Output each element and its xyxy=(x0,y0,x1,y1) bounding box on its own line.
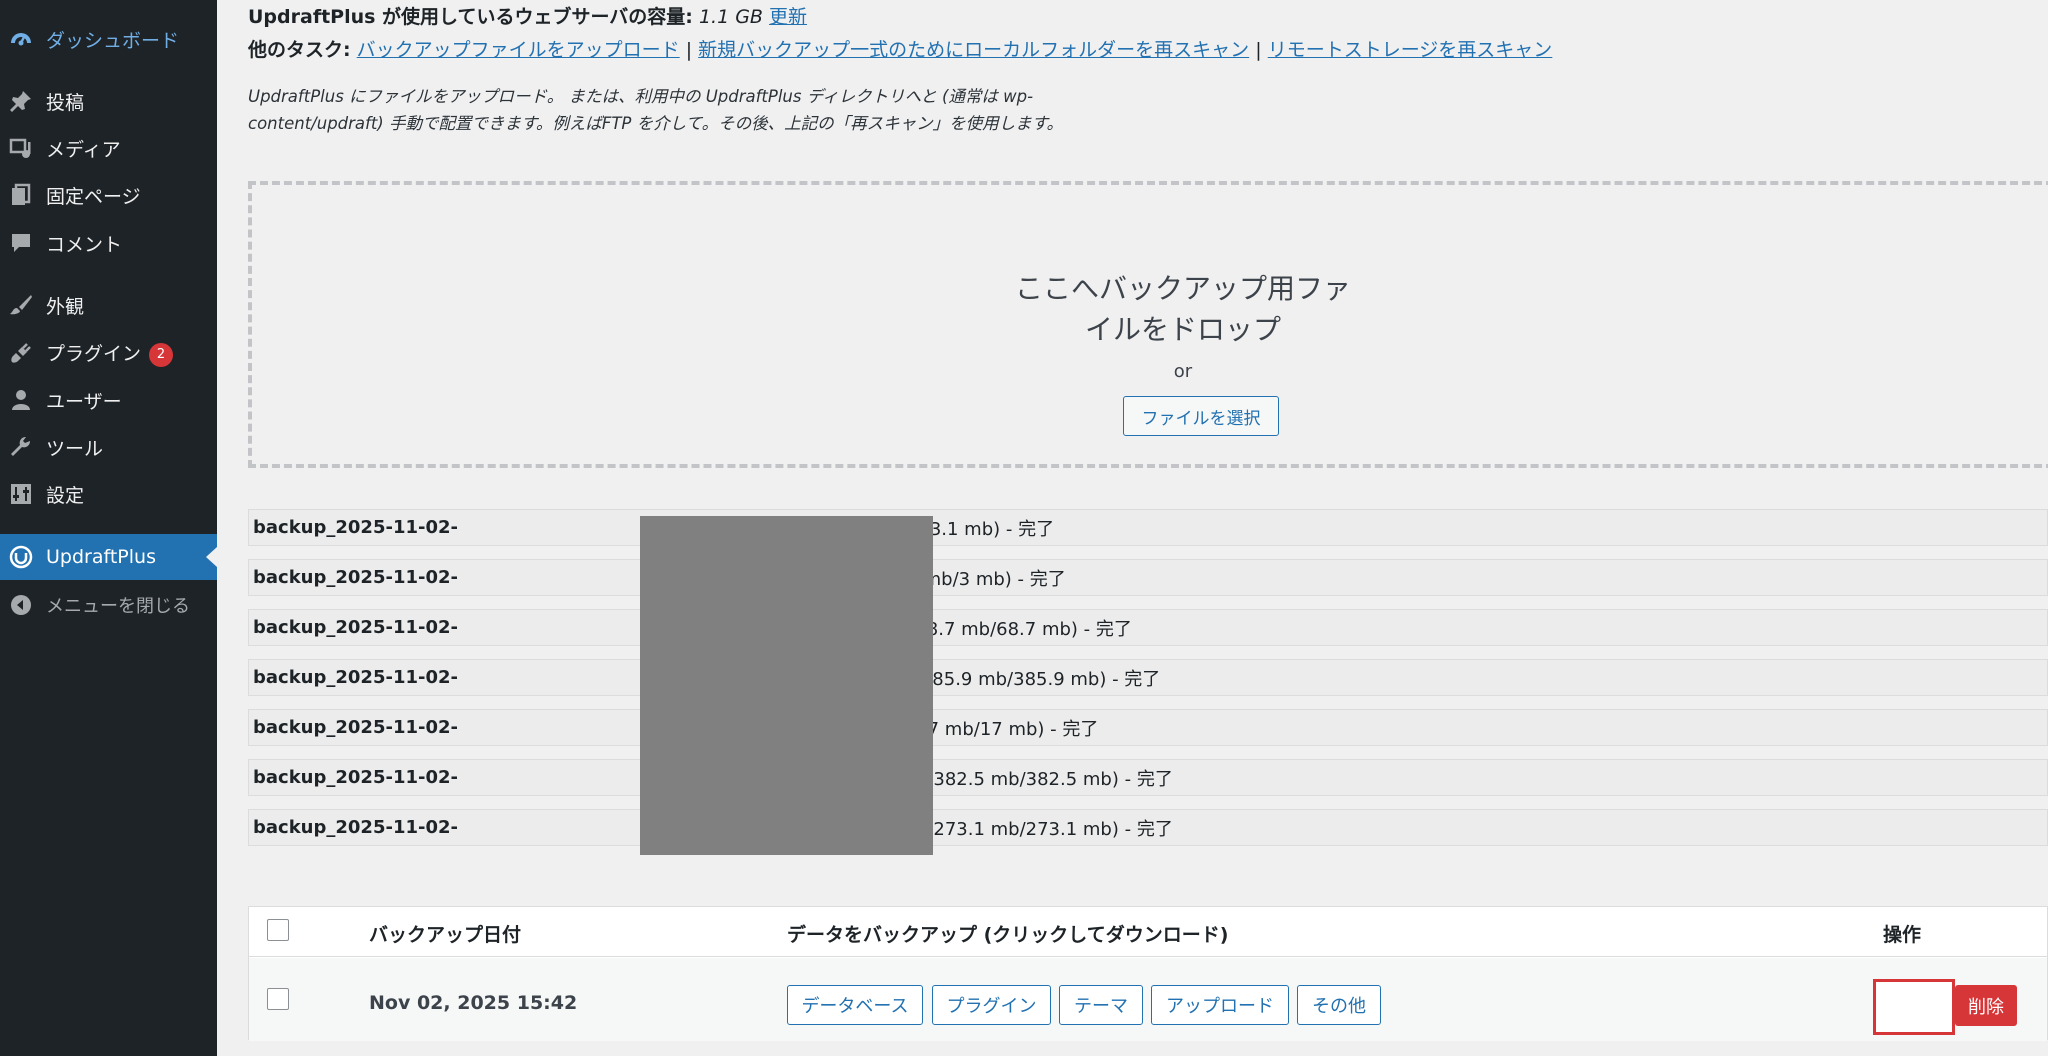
pushpin-icon xyxy=(9,89,33,113)
comment-bubble-icon xyxy=(9,231,33,255)
file-prefix: backup_2025-11-02- xyxy=(253,767,458,788)
header-backup-data: データをバックアップ (クリックしてダウンロード) xyxy=(787,924,1229,946)
separator: | xyxy=(1255,39,1262,61)
file-status: - 完了 xyxy=(1005,518,1055,540)
file-status: - 完了 xyxy=(1124,768,1173,790)
menu-pages-label: 固定ページ xyxy=(46,185,141,208)
menu-updraftplus-label: UpdraftPlus xyxy=(46,546,156,568)
file-size: (382.5 mb/382.5 mb) xyxy=(926,768,1119,790)
menu-plugins-label: プラグイン 2 xyxy=(46,339,174,367)
upload-file-row: backup_2025-11-02-e93-uploads3.zip (273.… xyxy=(248,809,2048,846)
menu-media-label: メディア xyxy=(46,138,121,161)
header-backup-date: バックアップ日付 xyxy=(369,924,522,946)
upload-file-row: backup_2025-11-02-e93-uploads2.zip (382.… xyxy=(248,759,2048,796)
main-content: UpdraftPlus が使用しているウェブサーバの容量: 1.1 GB 更新 … xyxy=(217,0,2048,1056)
settings-sliders-icon xyxy=(9,482,33,506)
download-uploads-button[interactable]: アップロード xyxy=(1151,985,1289,1025)
plugin-update-count-badge: 2 xyxy=(149,342,174,367)
menu-appearance-label: 外観 xyxy=(46,295,85,318)
menu-dashboard[interactable]: ダッシュボード xyxy=(0,16,217,62)
header-actions: 操作 xyxy=(1883,924,1922,946)
menu-media[interactable]: メディア xyxy=(0,125,217,171)
plug-icon xyxy=(9,341,33,365)
upload-help-text: UpdraftPlus にファイルをアップロード。 または、利用中の Updra… xyxy=(248,87,1063,133)
menu-posts[interactable]: 投稿 xyxy=(0,78,217,124)
select-files-button[interactable]: ファイルを選択 xyxy=(1123,396,1279,436)
file-prefix: backup_2025-11-02- xyxy=(253,667,458,688)
menu-posts-label: 投稿 xyxy=(46,91,85,114)
upload-file-row: backup_2025-11-02-e93-plugins.zip (68.7 … xyxy=(248,609,2048,646)
menu-users-label: ユーザー xyxy=(46,390,122,413)
file-size: (385.9 mb/385.9 mb) xyxy=(913,668,1107,690)
backup-date: Nov 02, 2025 15:42 xyxy=(369,992,578,1014)
file-size: (68.7 mb/68.7 mb) xyxy=(908,618,1078,640)
redaction-block xyxy=(640,516,933,855)
wrench-icon xyxy=(9,435,33,459)
menu-settings-label: 設定 xyxy=(46,484,85,507)
upload-file-row: backup_2025-11-02-e93-others.zip (3 mb/3… xyxy=(248,559,2048,596)
rescan-local-link[interactable]: 新規バックアップ一式のためにローカルフォルダーを再スキャン xyxy=(698,39,1249,61)
file-size: (273.1 mb/273.1 mb) xyxy=(926,818,1119,840)
file-status: - 完了 xyxy=(1083,618,1132,640)
existing-backups-table: バックアップ日付 データをバックアップ (クリックしてダウンロード) 操作 No… xyxy=(248,906,2048,1041)
menu-tools[interactable]: ツール xyxy=(0,424,217,470)
file-prefix: backup_2025-11-02- xyxy=(253,567,458,588)
dashboard-gauge-icon xyxy=(9,27,33,51)
menu-comments-label: コメント xyxy=(46,233,123,256)
select-all-checkbox[interactable] xyxy=(267,919,289,941)
disk-usage-value: 1.1 GB xyxy=(698,6,763,28)
download-plugins-button[interactable]: プラグイン xyxy=(932,985,1051,1025)
file-status: - 完了 xyxy=(1017,568,1066,590)
paintbrush-icon xyxy=(9,293,33,317)
upload-file-row: backup_2025-11-02-e93-db.gz (3.1 mb/3.1 … xyxy=(248,509,2048,546)
pages-icon xyxy=(9,183,33,207)
menu-plugins-text: プラグイン xyxy=(46,343,142,366)
file-status: - 完了 xyxy=(1112,668,1161,690)
delete-backup-button[interactable]: 削除 xyxy=(1955,985,2017,1026)
disk-usage-label: UpdraftPlus が使用しているウェブサーバの容量: xyxy=(248,6,693,28)
file-prefix: backup_2025-11-02- xyxy=(253,517,458,538)
disk-usage-line: UpdraftPlus が使用しているウェブサーバの容量: 1.1 GB 更新 xyxy=(248,2,807,29)
upload-backup-files-link[interactable]: バックアップファイルをアップロード xyxy=(357,39,680,61)
menu-comments[interactable]: コメント xyxy=(0,220,217,266)
menu-appearance[interactable]: 外観 xyxy=(0,282,217,328)
collapse-menu-button[interactable]: メニューを閉じる xyxy=(0,582,217,628)
menu-users[interactable]: ユーザー xyxy=(0,377,217,423)
rescan-remote-link[interactable]: リモートストレージを再スキャン xyxy=(1268,39,1553,61)
separator: | xyxy=(685,39,693,61)
row-select-checkbox[interactable] xyxy=(267,988,289,1010)
file-prefix: backup_2025-11-02- xyxy=(253,717,458,738)
updraftplus-logo-icon xyxy=(9,545,33,569)
menu-dashboard-label: ダッシュボード xyxy=(46,29,180,52)
user-icon xyxy=(9,388,33,412)
upload-file-row: backup_2025-11-02-e93-uploads.zip (385.9… xyxy=(248,659,2048,696)
file-status: - 完了 xyxy=(1050,718,1099,740)
download-others-button[interactable]: その他 xyxy=(1297,985,1381,1025)
menu-plugins[interactable]: プラグイン 2 xyxy=(0,330,217,376)
other-tasks-label: 他のタスク: xyxy=(248,39,351,61)
table-row: Nov 02, 2025 15:42 データベース プラグイン テーマ アップロ… xyxy=(249,958,2047,1041)
table-header: バックアップ日付 データをバックアップ (クリックしてダウンロード) 操作 xyxy=(249,907,2047,957)
menu-updraftplus[interactable]: UpdraftPlus xyxy=(0,534,217,580)
restore-button-highlighted[interactable] xyxy=(1873,979,1955,1035)
other-tasks-line: 他のタスク: バックアップファイルをアップロード | 新規バックアップ一式のため… xyxy=(248,35,1552,62)
collapse-menu-label: メニューを閉じる xyxy=(46,596,190,617)
menu-pages[interactable]: 固定ページ xyxy=(0,172,217,218)
upload-file-row: backup_2025-11-02-e93-themes.zip (17 mb/… xyxy=(248,709,2048,746)
dropzone-title: ここへバックアップ用ファイルをドロップ xyxy=(1014,272,1351,346)
collapse-arrow-icon xyxy=(9,593,33,617)
refresh-usage-link[interactable]: 更新 xyxy=(769,6,807,28)
download-themes-button[interactable]: テーマ xyxy=(1059,985,1143,1025)
file-prefix: backup_2025-11-02- xyxy=(253,817,458,838)
file-prefix: backup_2025-11-02- xyxy=(253,617,458,638)
menu-tools-label: ツール xyxy=(46,437,104,460)
media-icon xyxy=(9,136,33,160)
download-database-button[interactable]: データベース xyxy=(787,985,923,1025)
admin-sidebar: ダッシュボード 投稿 メディア 固定ページ コメント 外観 プラグイン 2 ユー… xyxy=(0,0,217,1056)
menu-settings[interactable]: 設定 xyxy=(0,471,217,517)
dropzone-or: or xyxy=(1173,361,1193,382)
file-status: - 完了 xyxy=(1124,818,1173,840)
